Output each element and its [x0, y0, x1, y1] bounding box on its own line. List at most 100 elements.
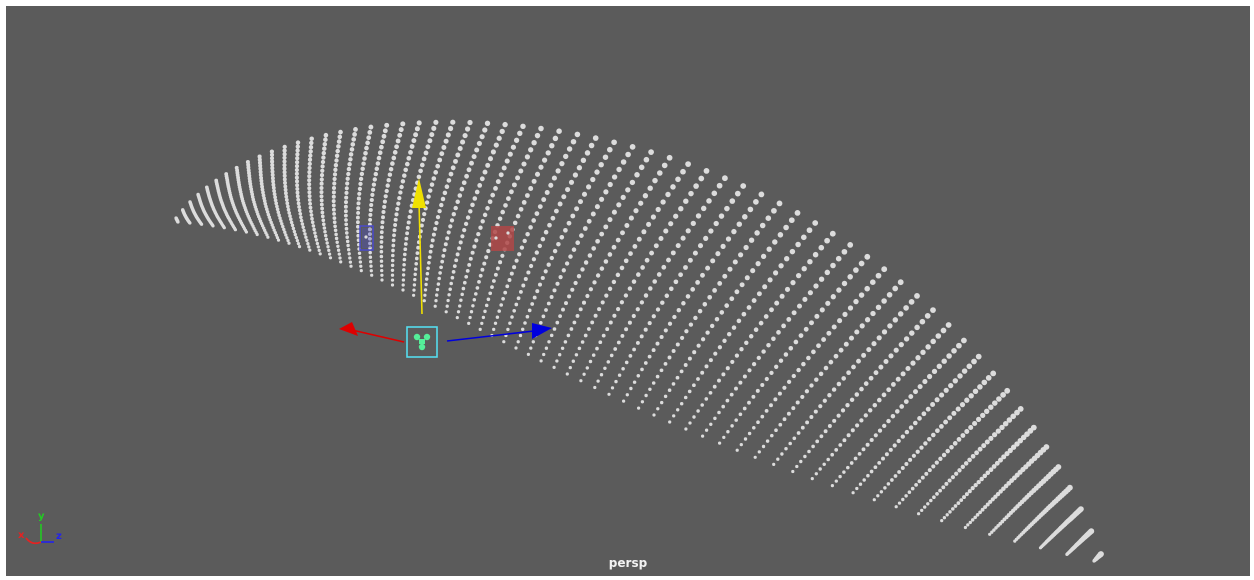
- particle[interactable]: [772, 462, 776, 466]
- particle[interactable]: [725, 236, 732, 242]
- particle[interactable]: [368, 255, 373, 259]
- particle[interactable]: [831, 387, 837, 392]
- particle[interactable]: [759, 222, 766, 229]
- particle[interactable]: [356, 220, 360, 225]
- particle[interactable]: [727, 266, 733, 272]
- particle[interactable]: [700, 272, 705, 278]
- particle[interactable]: [814, 377, 819, 382]
- particle[interactable]: [444, 184, 450, 189]
- particle[interactable]: [584, 150, 591, 156]
- particle[interactable]: [539, 359, 543, 363]
- particle[interactable]: [823, 365, 829, 371]
- particle[interactable]: [531, 178, 537, 184]
- particle[interactable]: [319, 185, 324, 191]
- particle[interactable]: [418, 168, 423, 174]
- particle[interactable]: [514, 302, 519, 307]
- particle[interactable]: [766, 246, 772, 252]
- particle[interactable]: [527, 308, 532, 313]
- particle[interactable]: [537, 282, 543, 287]
- particle[interactable]: [446, 230, 451, 235]
- particle[interactable]: [966, 523, 970, 527]
- particle[interactable]: [647, 321, 652, 326]
- particle[interactable]: [1000, 392, 1006, 398]
- particle[interactable]: [685, 228, 691, 234]
- particle[interactable]: [313, 231, 317, 235]
- particle[interactable]: [188, 221, 192, 225]
- particle[interactable]: [832, 418, 837, 423]
- particle[interactable]: [838, 347, 844, 353]
- particle[interactable]: [757, 450, 761, 454]
- particle[interactable]: [648, 286, 653, 291]
- particle[interactable]: [713, 416, 717, 421]
- particle[interactable]: [414, 256, 419, 261]
- particle[interactable]: [483, 309, 487, 314]
- particle[interactable]: [345, 235, 349, 239]
- particle[interactable]: [957, 373, 963, 379]
- particle[interactable]: [834, 479, 838, 483]
- particle[interactable]: [708, 390, 713, 395]
- particle[interactable]: [623, 293, 629, 298]
- particle[interactable]: [305, 238, 309, 243]
- particle[interactable]: [446, 298, 450, 303]
- particle[interactable]: [800, 234, 807, 241]
- particle[interactable]: [393, 217, 398, 222]
- particle[interactable]: [521, 283, 526, 288]
- particle[interactable]: [538, 125, 544, 132]
- particle[interactable]: [283, 191, 288, 196]
- particle[interactable]: [854, 329, 860, 335]
- particle[interactable]: [588, 359, 593, 364]
- particle[interactable]: [717, 378, 721, 383]
- particle[interactable]: [708, 358, 713, 363]
- particle[interactable]: [760, 382, 765, 388]
- particle[interactable]: [742, 374, 747, 379]
- particle[interactable]: [437, 276, 441, 281]
- particle[interactable]: [830, 294, 836, 300]
- particle[interactable]: [470, 202, 475, 208]
- particle[interactable]: [514, 346, 518, 350]
- particle[interactable]: [655, 206, 661, 213]
- particle[interactable]: [818, 371, 824, 377]
- particle[interactable]: [344, 218, 348, 222]
- particle[interactable]: [490, 192, 496, 198]
- particle[interactable]: [758, 191, 765, 198]
- particle[interactable]: [908, 425, 914, 430]
- particle[interactable]: [611, 209, 617, 215]
- particle[interactable]: [801, 361, 806, 367]
- particle[interactable]: [403, 247, 408, 252]
- particle[interactable]: [416, 120, 422, 126]
- particle[interactable]: [624, 360, 629, 365]
- particle[interactable]: [771, 336, 776, 342]
- particle[interactable]: [485, 162, 491, 168]
- particle[interactable]: [739, 347, 744, 352]
- particle[interactable]: [655, 341, 660, 346]
- particle[interactable]: [660, 199, 666, 205]
- particle[interactable]: [921, 411, 927, 417]
- particle[interactable]: [847, 305, 854, 311]
- particle[interactable]: [295, 238, 300, 243]
- particle[interactable]: [365, 140, 370, 146]
- particle[interactable]: [709, 422, 713, 426]
- particle[interactable]: [640, 367, 644, 372]
- particle[interactable]: [537, 204, 543, 210]
- particle[interactable]: [606, 360, 611, 364]
- particle[interactable]: [348, 256, 352, 260]
- particle[interactable]: [309, 213, 314, 217]
- particle[interactable]: [886, 482, 891, 486]
- particle[interactable]: [321, 150, 327, 156]
- particle[interactable]: [941, 485, 946, 490]
- particle[interactable]: [433, 226, 438, 231]
- particle[interactable]: [320, 159, 326, 165]
- particle[interactable]: [695, 280, 700, 285]
- particle[interactable]: [412, 288, 416, 292]
- particle[interactable]: [644, 257, 650, 263]
- particle[interactable]: [493, 321, 498, 325]
- particle[interactable]: [693, 315, 698, 321]
- particle[interactable]: [710, 258, 716, 264]
- particle[interactable]: [940, 327, 947, 334]
- particle[interactable]: [908, 394, 914, 400]
- particle[interactable]: [879, 490, 884, 494]
- particle[interactable]: [838, 443, 843, 447]
- particle[interactable]: [358, 260, 363, 264]
- particle[interactable]: [291, 226, 296, 231]
- particle[interactable]: [446, 178, 452, 183]
